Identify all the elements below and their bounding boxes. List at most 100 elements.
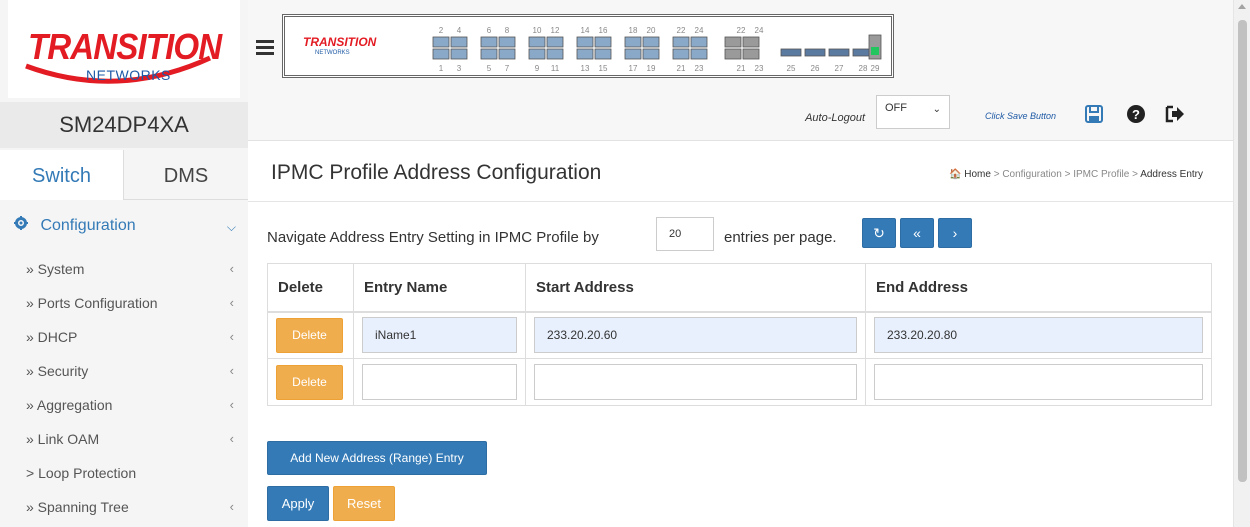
chevron-left-icon: ‹ bbox=[229, 397, 234, 412]
port-icon[interactable] bbox=[624, 48, 642, 60]
menu-toggle-icon[interactable] bbox=[256, 40, 274, 55]
port-icon[interactable] bbox=[432, 48, 450, 60]
port-icon[interactable] bbox=[594, 48, 612, 60]
end-address-input[interactable] bbox=[874, 364, 1203, 400]
port-icon[interactable] bbox=[672, 36, 690, 48]
nav-section-configuration[interactable]: Configuration ⌵ bbox=[0, 200, 248, 252]
port-icon[interactable] bbox=[480, 36, 498, 48]
port-icon[interactable] bbox=[742, 36, 760, 48]
breadcrumb-ipmc-profile[interactable]: IPMC Profile bbox=[1073, 169, 1129, 180]
port-icon[interactable] bbox=[546, 36, 564, 48]
entry-name-cell bbox=[353, 311, 526, 359]
end-address-input[interactable] bbox=[874, 317, 1203, 354]
port-label: 15 bbox=[599, 64, 608, 73]
delete-button[interactable]: Delete bbox=[276, 317, 343, 353]
apply-button[interactable]: Apply bbox=[267, 486, 329, 521]
breadcrumb-sep: > bbox=[993, 169, 1000, 180]
reset-button[interactable]: Reset bbox=[333, 486, 395, 521]
port-icon[interactable] bbox=[480, 48, 498, 60]
col-entry-name-header: Entry Name bbox=[353, 263, 526, 313]
scrollbar[interactable] bbox=[1233, 0, 1250, 527]
breadcrumb-configuration[interactable]: Configuration bbox=[1002, 169, 1061, 180]
start-address-input[interactable] bbox=[534, 317, 857, 354]
logout-icon[interactable] bbox=[1164, 104, 1184, 126]
nav-section-label: Configuration bbox=[40, 217, 136, 234]
save-hint-link[interactable]: Click Save Button bbox=[985, 111, 1056, 121]
port-label: 22 bbox=[677, 26, 686, 35]
port-icon[interactable] bbox=[828, 48, 850, 57]
chevron-left-icon: ‹ bbox=[229, 363, 234, 378]
tab-switch[interactable]: Switch bbox=[0, 150, 124, 200]
sidebar-item-dhcp[interactable]: » DHCP ‹ bbox=[0, 320, 248, 354]
port-icon[interactable] bbox=[672, 48, 690, 60]
port-icon[interactable] bbox=[450, 48, 468, 60]
start-address-input[interactable] bbox=[534, 364, 857, 400]
sidebar-item-spanning-tree[interactable]: » Spanning Tree ‹ bbox=[0, 490, 248, 524]
port-icon[interactable] bbox=[724, 48, 742, 60]
port-icon[interactable] bbox=[724, 36, 742, 48]
port-icon[interactable] bbox=[594, 36, 612, 48]
port-label: 7 bbox=[505, 64, 510, 73]
sidebar-item-label: » Spanning Tree bbox=[26, 499, 129, 515]
port-icon[interactable] bbox=[528, 48, 546, 60]
sidebar-item-system[interactable]: » System ‹ bbox=[0, 252, 248, 286]
scroll-up-icon[interactable] bbox=[1238, 4, 1246, 9]
chevron-right-icon: › bbox=[952, 225, 958, 241]
end-address-cell bbox=[865, 311, 1212, 359]
port-icon[interactable] bbox=[690, 48, 708, 60]
breadcrumb-home[interactable]: Home bbox=[964, 169, 991, 180]
port-label: 21 bbox=[737, 64, 746, 73]
port-icon[interactable] bbox=[432, 36, 450, 48]
port-icon[interactable] bbox=[528, 36, 546, 48]
auto-logout-label: Auto-Logout bbox=[805, 112, 865, 124]
entry-name-input[interactable] bbox=[362, 364, 517, 400]
page: TRANSITION NETWORKS SM24DP4XA Switch DMS… bbox=[0, 0, 1250, 527]
port-icon[interactable] bbox=[804, 48, 826, 57]
logo-subtext: NETWORKS bbox=[86, 67, 171, 83]
port-icon[interactable] bbox=[576, 36, 594, 48]
chevron-left-icon: ‹ bbox=[229, 261, 234, 276]
add-entry-button[interactable]: Add New Address (Range) Entry bbox=[267, 441, 487, 475]
port-icon[interactable] bbox=[576, 48, 594, 60]
port-icon[interactable] bbox=[642, 48, 660, 60]
delete-button[interactable]: Delete bbox=[276, 364, 343, 400]
tab-dms[interactable]: DMS bbox=[124, 150, 248, 200]
entries-per-page-input[interactable]: 20 bbox=[656, 217, 714, 251]
chevron-down-icon: ⌄ bbox=[932, 104, 941, 115]
sidebar-item-aggregation[interactable]: » Aggregation ‹ bbox=[0, 388, 248, 422]
sidebar-item-label: > Loop Protection bbox=[26, 465, 137, 481]
port-icon[interactable] bbox=[546, 48, 564, 60]
sidebar-item-loop-protection[interactable]: > Loop Protection bbox=[0, 456, 248, 490]
start-address-cell bbox=[525, 311, 866, 359]
first-page-button[interactable]: « bbox=[900, 218, 934, 248]
save-icon[interactable] bbox=[1084, 104, 1104, 126]
port-icon[interactable] bbox=[624, 36, 642, 48]
port-icon[interactable] bbox=[450, 36, 468, 48]
port-label: 17 bbox=[629, 64, 638, 73]
auto-logout-select[interactable]: OFF ⌄ bbox=[876, 95, 950, 129]
main-content: IPMC Profile Address Configuration 🏠 Hom… bbox=[248, 141, 1233, 527]
port-label: 6 bbox=[487, 26, 492, 35]
port-label: 22 bbox=[737, 26, 746, 35]
port-icon[interactable] bbox=[642, 36, 660, 48]
entry-name-input[interactable] bbox=[362, 317, 517, 354]
table-row: Delete bbox=[267, 358, 1212, 406]
sidebar-item-security[interactable]: » Security ‹ bbox=[0, 354, 248, 388]
port-label: 26 bbox=[811, 64, 820, 73]
port-icon[interactable] bbox=[498, 36, 516, 48]
refresh-button[interactable]: ↻ bbox=[862, 218, 896, 248]
port-icon[interactable] bbox=[498, 48, 516, 60]
refresh-icon: ↻ bbox=[873, 225, 885, 241]
help-icon[interactable]: ? bbox=[1126, 104, 1146, 126]
port-icon[interactable] bbox=[780, 48, 802, 57]
sidebar-item-ports-configuration[interactable]: » Ports Configuration ‹ bbox=[0, 286, 248, 320]
port-icon[interactable] bbox=[742, 48, 760, 60]
port-icon[interactable] bbox=[690, 36, 708, 48]
sidebar-item-label: » Aggregation bbox=[26, 397, 113, 413]
breadcrumb-sep: > bbox=[1132, 169, 1138, 180]
next-page-button[interactable]: › bbox=[938, 218, 972, 248]
sidebar-item-link-oam[interactable]: » Link OAM ‹ bbox=[0, 422, 248, 456]
port-label: 11 bbox=[551, 64, 560, 73]
chevron-left-icon: ‹ bbox=[229, 295, 234, 310]
scroll-thumb[interactable] bbox=[1238, 20, 1247, 482]
